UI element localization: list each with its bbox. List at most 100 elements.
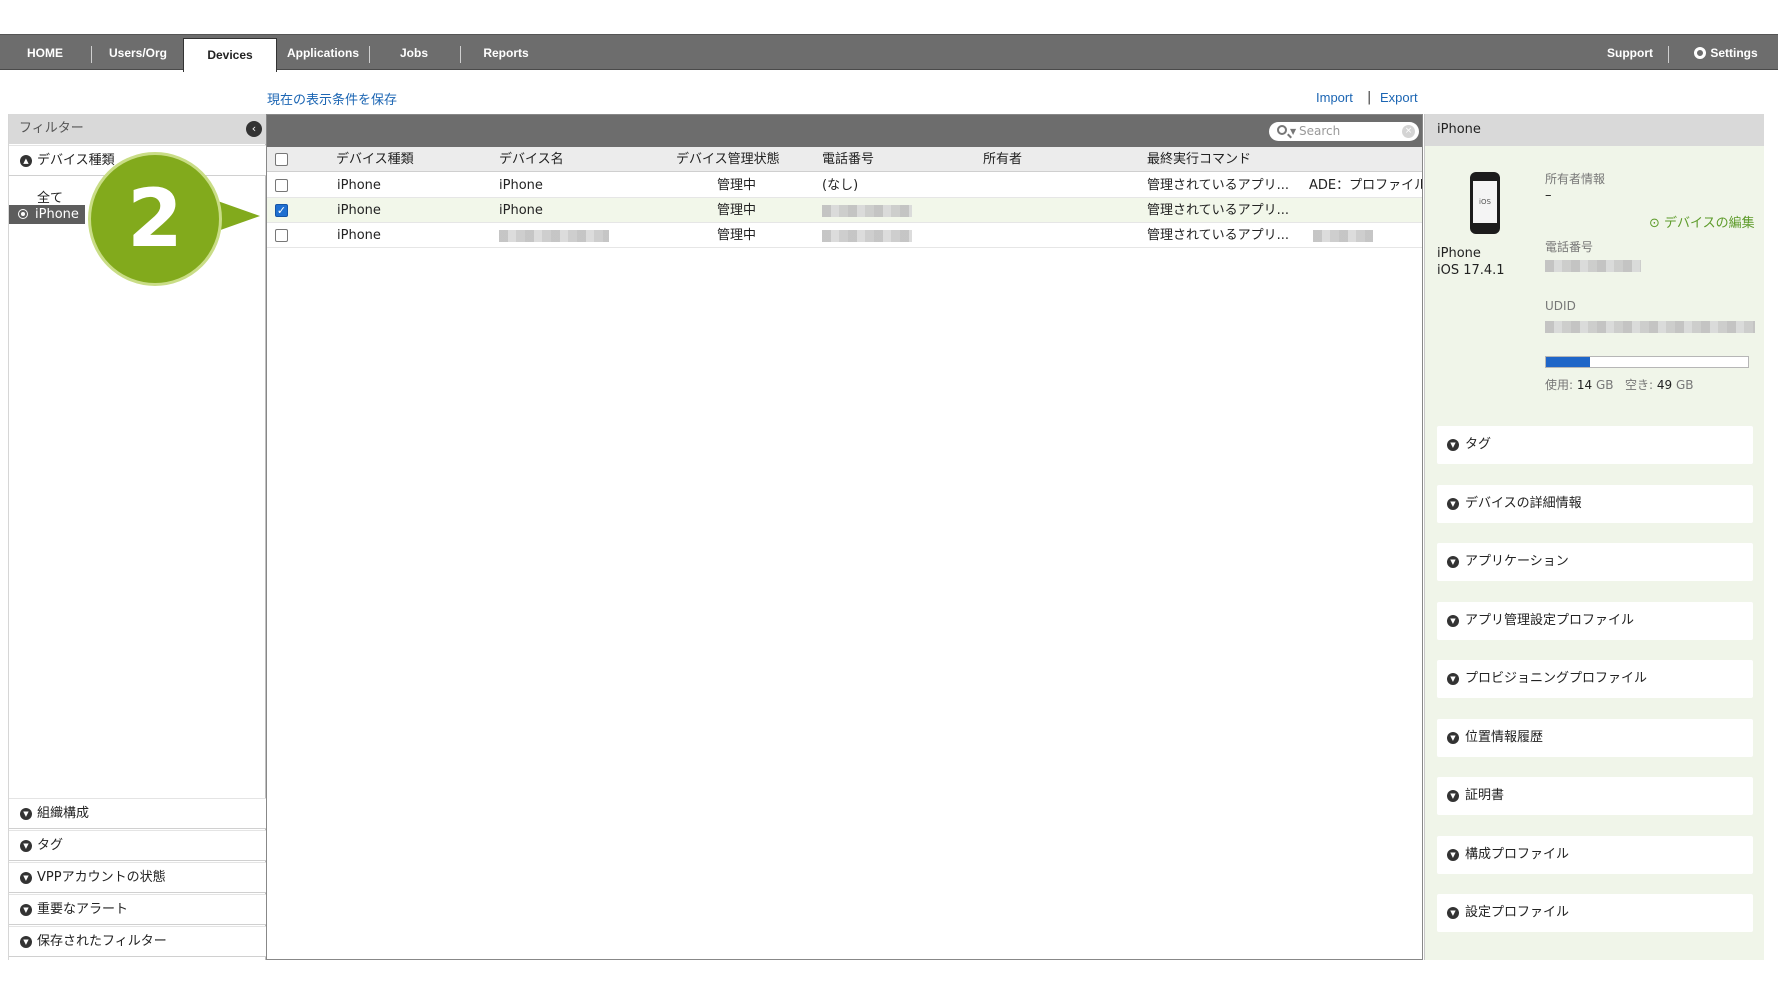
- step-number: 2: [127, 172, 183, 265]
- filter-section-vpp[interactable]: ▼ VPPアカウントの状態: [9, 862, 266, 893]
- collapse-panel-icon[interactable]: ‹: [246, 121, 262, 137]
- app-window: HOME Users/Org Devices Applications Jobs…: [0, 0, 1778, 1000]
- accordion-tags[interactable]: ▼ タグ: [1437, 426, 1753, 464]
- udid-redacted: [1545, 319, 1755, 334]
- settings-label: Settings: [1710, 46, 1758, 60]
- cell-status: 管理中: [717, 228, 757, 243]
- edit-device-label: デバイスの編集: [1664, 216, 1755, 231]
- tab-devices[interactable]: Devices: [183, 38, 277, 72]
- cell-device-type: iPhone: [337, 203, 381, 218]
- accordion-certificates[interactable]: ▼ 証明書: [1437, 777, 1753, 815]
- column-header-last-command[interactable]: 最終実行コマンド: [1147, 147, 1251, 172]
- filter-panel-header: フィルター ‹: [9, 114, 266, 144]
- column-header-status[interactable]: デバイス管理状態: [676, 147, 780, 172]
- redacted-extra: [1313, 229, 1373, 242]
- nav-separator: [460, 46, 461, 63]
- tab-home[interactable]: HOME: [18, 35, 72, 71]
- used-label: 使用:: [1545, 378, 1574, 392]
- accordion-label: 証明書: [1465, 788, 1505, 803]
- free-label: 空き:: [1624, 378, 1654, 392]
- cell-device-name: iPhone: [499, 203, 543, 218]
- top-navigation-bar: HOME Users/Org Devices Applications Jobs…: [0, 34, 1778, 72]
- accordion-device-details[interactable]: ▼ デバイスの詳細情報: [1437, 485, 1753, 523]
- cell-phone: (なし): [822, 178, 859, 193]
- free-value: 49: [1656, 378, 1673, 392]
- support-link[interactable]: Support: [1600, 35, 1660, 71]
- column-header-device-type[interactable]: デバイス種類: [336, 147, 414, 172]
- filter-section-org[interactable]: ▼ 組織構成: [9, 798, 266, 829]
- storage-used-fill: [1546, 357, 1591, 367]
- filter-item-all[interactable]: 全て: [37, 187, 63, 206]
- cell-last-command: 管理されているアプリ...: [1147, 178, 1290, 193]
- column-header-phone[interactable]: 電話番号: [822, 147, 874, 172]
- cell-status: 管理中: [717, 203, 757, 218]
- clear-search-icon[interactable]: ×: [1402, 125, 1415, 138]
- redacted-phone: [822, 204, 912, 217]
- accordion-configuration-profile[interactable]: ▼ 構成プロファイル: [1437, 836, 1753, 874]
- udid-label: UDID: [1545, 299, 1576, 313]
- save-view-link[interactable]: 現在の表示条件を保存: [267, 89, 397, 108]
- row-checkbox[interactable]: [275, 229, 288, 242]
- device-detail-panel: iPhone iOS iPhone iOS 17.4.1 所有者情報 – ⊙ デ…: [1424, 114, 1764, 960]
- cell-extra-redacted: [1313, 223, 1373, 248]
- storage-usage-bar: [1545, 356, 1749, 368]
- accordion-label: 設定プロファイル: [1465, 905, 1570, 920]
- redacted-phone: [822, 229, 912, 242]
- filter-section-alerts[interactable]: ▼ 重要なアラート: [9, 894, 266, 925]
- chevron-down-icon: ▼: [20, 872, 32, 884]
- filter-section-saved[interactable]: ▼ 保存されたフィルター: [9, 926, 266, 957]
- search-input[interactable]: ▼ Search ×: [1269, 122, 1419, 141]
- row-checkbox-checked[interactable]: ✓: [275, 204, 288, 217]
- chevron-down-icon: ▼: [1447, 907, 1459, 919]
- select-all-checkbox[interactable]: [275, 153, 288, 166]
- filter-item-label: iPhone: [35, 207, 79, 222]
- accordion-provisioning-profile[interactable]: ▼ プロビジョニングプロファイル: [1437, 660, 1753, 698]
- cell-last-command: 管理されているアプリ...: [1147, 228, 1290, 243]
- edit-device-link[interactable]: ⊙ デバイスの編集: [1649, 212, 1755, 231]
- cell-phone-redacted: [822, 223, 912, 248]
- chevron-down-icon: ▼: [20, 808, 32, 820]
- accordion-label: プロビジョニングプロファイル: [1465, 671, 1648, 686]
- row-checkbox[interactable]: [275, 179, 288, 192]
- tab-jobs[interactable]: Jobs: [392, 35, 436, 71]
- table-row[interactable]: iPhone 管理中 管理されているアプリ...: [267, 223, 1422, 248]
- accordion-location-history[interactable]: ▼ 位置情報履歴: [1437, 719, 1753, 757]
- grid-toolbar: ▼ Search ×: [267, 115, 1422, 147]
- filter-section-tags[interactable]: ▼ タグ: [9, 830, 266, 861]
- chevron-up-icon: ▲: [20, 155, 32, 167]
- owner-info-label: 所有者情報: [1545, 172, 1606, 186]
- section-label: 保存されたフィルター: [37, 934, 167, 949]
- settings-link[interactable]: Settings: [1684, 35, 1768, 71]
- table-row-selected[interactable]: ✓ iPhone iPhone 管理中 管理されているアプリ...: [267, 198, 1422, 223]
- nav-separator: [1668, 46, 1669, 63]
- chevron-down-icon: ▼: [1447, 790, 1459, 802]
- step-callout-marker: 2: [88, 152, 222, 286]
- cell-device-name-redacted: [499, 223, 609, 248]
- nav-separator: [369, 46, 370, 63]
- device-model: iPhone: [1437, 246, 1481, 261]
- accordion-label: タグ: [1465, 437, 1492, 452]
- detail-panel-title: iPhone: [1425, 114, 1764, 146]
- tab-users-org[interactable]: Users/Org: [100, 35, 176, 71]
- accordion-applications[interactable]: ▼ アプリケーション: [1437, 543, 1753, 581]
- gear-icon: [1694, 47, 1707, 59]
- column-header-owner[interactable]: 所有者: [983, 147, 1022, 172]
- chevron-down-icon: ▼: [1447, 849, 1459, 861]
- accordion-app-config-profile[interactable]: ▼ アプリ管理設定プロファイル: [1437, 602, 1753, 640]
- os-version: iOS 17.4.1: [1437, 263, 1505, 278]
- filter-item-iphone[interactable]: iPhone: [9, 205, 85, 224]
- phone-number-redacted: [1545, 258, 1641, 273]
- chevron-down-icon: ▼: [1447, 615, 1459, 627]
- section-label: タグ: [37, 838, 64, 853]
- chevron-down-icon: ▼: [1447, 673, 1459, 685]
- table-row[interactable]: iPhone iPhone 管理中 (なし) 管理されているアプリ... ADE…: [267, 173, 1422, 198]
- column-header-device-name[interactable]: デバイス名: [499, 147, 564, 172]
- import-link[interactable]: Import: [1316, 90, 1353, 105]
- tab-reports[interactable]: Reports: [480, 35, 532, 71]
- export-link[interactable]: Export: [1380, 90, 1418, 105]
- accordion-settings-profile[interactable]: ▼ 設定プロファイル: [1437, 894, 1753, 932]
- cell-status: 管理中: [717, 178, 757, 193]
- used-value: 14: [1576, 378, 1593, 392]
- redacted-phone: [1545, 259, 1641, 272]
- tab-applications[interactable]: Applications: [286, 35, 360, 71]
